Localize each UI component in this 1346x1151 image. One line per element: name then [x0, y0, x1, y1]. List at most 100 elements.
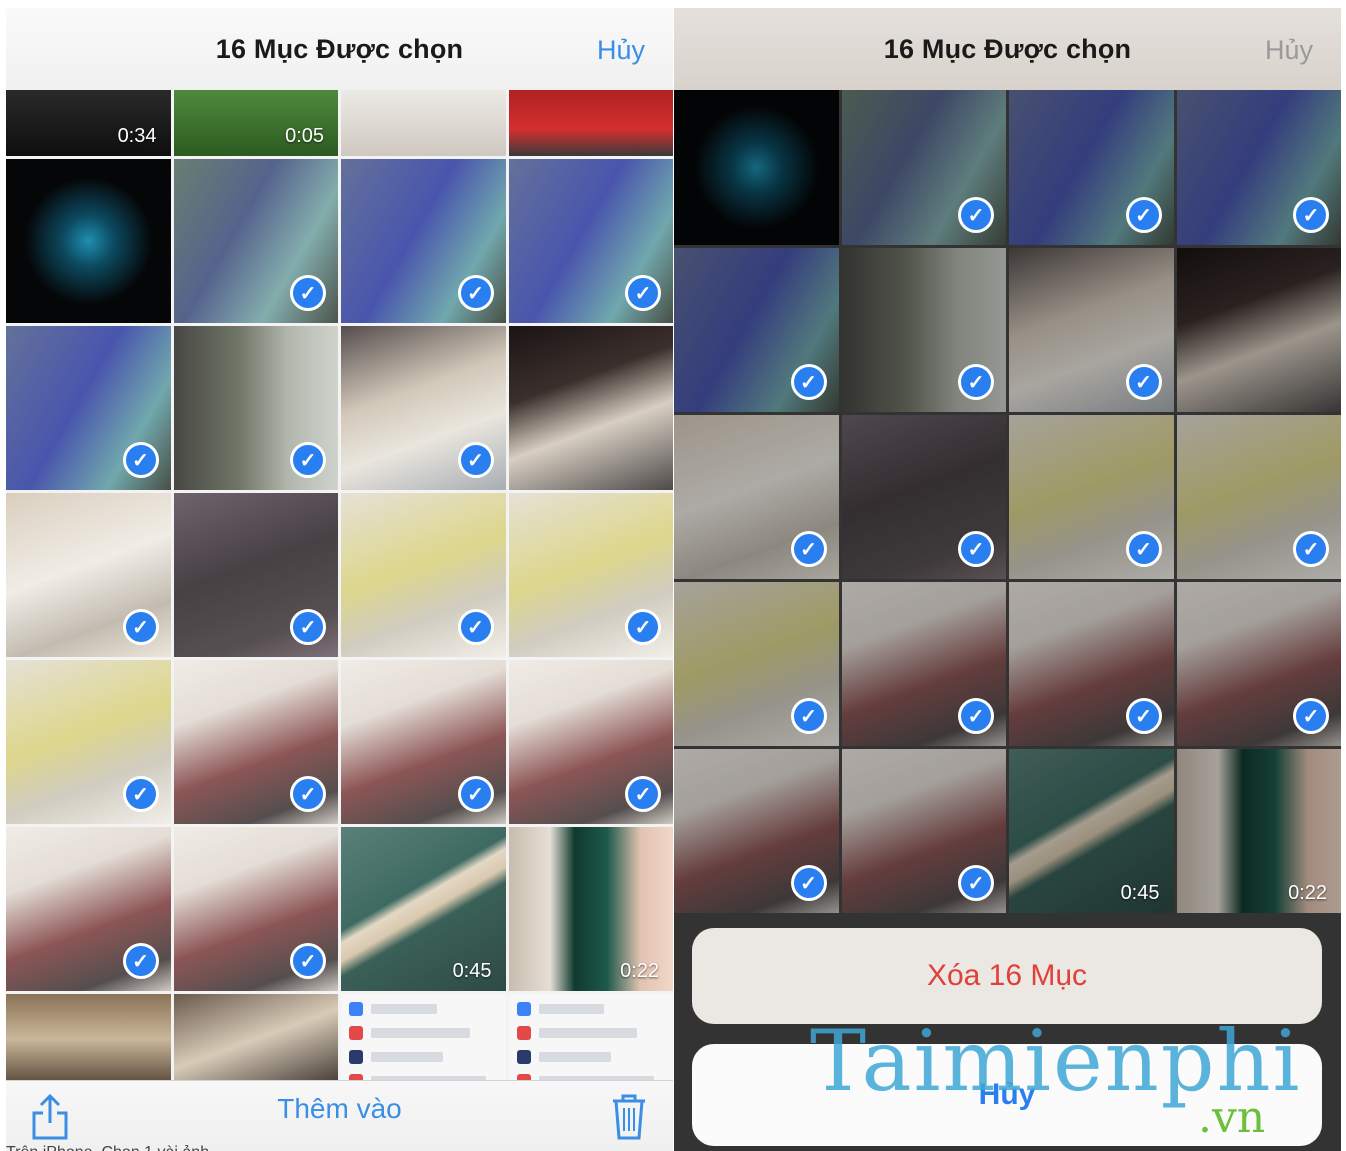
photo-thumbnail[interactable]: ✓	[341, 159, 506, 323]
checkmark-icon: ✓	[958, 197, 994, 233]
checkmark-icon: ✓	[290, 776, 326, 812]
photo-thumbnail[interactable]: 0:45	[341, 827, 506, 991]
photo-thumbnail[interactable]: ✓	[6, 827, 171, 991]
checkmark-icon: ✓	[625, 275, 661, 311]
photo-thumbnail[interactable]: 0:05	[173, 90, 338, 156]
photo-thumbnail[interactable]: ✓	[508, 493, 673, 657]
photo-thumbnail[interactable]: ✓	[173, 827, 338, 991]
photo-thumbnail[interactable]: ✓	[1009, 90, 1174, 245]
app-icon	[516, 1002, 531, 1016]
left-photos-screen: 16 Mục Được chọn Hủy 0:34 0:05 ✓ ✓ ✓ ✓ ✓ ✓ ✓ ✓ ✓ ✓ ✓…	[6, 8, 673, 1151]
photo-thumbnail[interactable]	[1176, 248, 1341, 412]
photo-thumbnail[interactable]	[173, 994, 338, 1084]
photo-thumbnail[interactable]: ✓	[841, 90, 1006, 245]
photo-thumbnail[interactable]	[674, 90, 839, 245]
photo-thumbnail[interactable]: ✓	[6, 326, 171, 490]
video-duration: 0:22	[1288, 882, 1327, 904]
add-to-button[interactable]: Thêm vào	[6, 1093, 673, 1125]
checkmark-icon: ✓	[122, 609, 159, 645]
photo-thumbnail[interactable]	[508, 326, 673, 490]
photo-thumbnail[interactable]: ✓	[6, 493, 171, 657]
photo-thumbnail[interactable]: ✓	[1009, 582, 1174, 746]
photo-thumbnail[interactable]: ✓	[1009, 248, 1174, 412]
photo-thumbnail[interactable]: ✓	[841, 749, 1006, 913]
video-duration: 0:05	[285, 125, 324, 147]
photo-thumbnail[interactable]: 0:22	[508, 827, 673, 991]
photo-thumbnail[interactable]: ✓	[674, 582, 839, 746]
photo-thumbnail[interactable]: ✓	[173, 493, 338, 657]
checkmark-icon: ✓	[790, 698, 827, 734]
selection-title: 16 Mục Được chọn	[883, 33, 1132, 64]
photo-thumbnail[interactable]: ✓	[674, 248, 839, 412]
cancel-button[interactable]: Hủy	[1265, 35, 1313, 66]
right-photos-screen: 16 Mục Được chọn Hủy ✓ ✓ ✓ ✓ ✓ ✓ ✓ ✓ ✓ ✓ ✓ ✓ ✓ ✓ ✓ ✓ 0:4…	[674, 8, 1341, 1151]
video-duration: 0:45	[452, 960, 492, 982]
photo-thumbnail[interactable]: ✓	[173, 159, 338, 323]
photo-thumbnail[interactable]: ✓	[674, 749, 839, 913]
checkmark-icon: ✓	[457, 275, 494, 311]
screenshot-line	[371, 1028, 470, 1038]
checkmark-icon: ✓	[1293, 698, 1329, 734]
checkmark-icon: ✓	[1293, 197, 1329, 233]
photo-thumbnail[interactable]: 0:45	[1009, 749, 1174, 913]
video-duration: 0:22	[620, 960, 659, 982]
photo-thumbnail[interactable]: ✓	[341, 326, 506, 490]
photo-thumbnail[interactable]: 0:22	[1176, 749, 1341, 913]
screenshot-line	[371, 1052, 444, 1062]
checkmark-icon: ✓	[1293, 531, 1329, 567]
photo-thumbnail[interactable]: ✓	[1176, 415, 1341, 579]
checkmark-icon: ✓	[958, 865, 994, 901]
photo-thumbnail[interactable]: 0:34	[6, 90, 171, 156]
screenshot-line	[538, 1028, 638, 1038]
photo-thumbnail[interactable]: ✓	[1009, 415, 1174, 579]
photo-thumbnail[interactable]	[508, 994, 673, 1084]
delete-items-button[interactable]: Xóa 16 Mục	[692, 928, 1322, 1024]
checkmark-icon: ✓	[958, 698, 994, 734]
photo-thumbnail[interactable]: ✓	[674, 415, 839, 579]
checkmark-icon: ✓	[790, 531, 827, 567]
app-icon	[349, 1050, 363, 1064]
photo-thumbnail[interactable]: ✓	[6, 660, 171, 824]
photo-thumbnail[interactable]: ✓	[841, 582, 1006, 746]
checkmark-icon: ✓	[457, 776, 494, 812]
photo-thumbnail[interactable]: ✓	[1176, 582, 1341, 746]
photo-thumbnail[interactable]: ✓	[341, 660, 506, 824]
photo-thumbnail[interactable]: ✓	[841, 415, 1006, 579]
checkmark-icon: ✓	[457, 442, 494, 478]
checkmark-icon: ✓	[290, 442, 326, 478]
checkmark-icon: ✓	[790, 865, 827, 901]
app-icon	[349, 1026, 363, 1040]
action-sheet-cancel-button[interactable]: Hủy	[692, 1044, 1322, 1146]
photo-thumbnail[interactable]	[341, 994, 506, 1084]
photo-thumbnail[interactable]: ✓	[508, 159, 673, 323]
photo-thumbnail[interactable]	[508, 90, 673, 156]
photo-thumbnail[interactable]: ✓	[173, 660, 338, 824]
photo-thumbnail[interactable]	[6, 159, 171, 323]
selection-navbar: 16 Mục Được chọn Hủy	[6, 8, 673, 90]
checkmark-icon: ✓	[790, 364, 827, 400]
cancel-button[interactable]: Hủy	[597, 35, 645, 66]
bottom-toolbar: Thêm vào	[6, 1080, 673, 1151]
checkmark-icon: ✓	[1125, 364, 1162, 400]
trash-icon[interactable]	[611, 1093, 647, 1146]
checkmark-icon: ✓	[625, 776, 661, 812]
photo-grid: ✓ ✓ ✓ ✓ ✓ ✓ ✓ ✓ ✓ ✓ ✓ ✓ ✓ ✓ ✓ ✓ 0:45 0:22	[674, 90, 1341, 913]
checkmark-icon: ✓	[122, 442, 159, 478]
photo-grid: 0:34 0:05 ✓ ✓ ✓ ✓ ✓ ✓ ✓ ✓ ✓ ✓ ✓ ✓ ✓ ✓ ✓ ✓ 0:45 0:22	[6, 90, 673, 1084]
app-icon	[349, 1002, 363, 1016]
screenshot-line	[538, 1052, 611, 1062]
photo-thumbnail[interactable]: ✓	[173, 326, 338, 490]
checkmark-icon: ✓	[290, 943, 326, 979]
checkmark-icon: ✓	[290, 609, 326, 645]
photo-thumbnail[interactable]	[6, 994, 171, 1084]
checkmark-icon: ✓	[1125, 531, 1162, 567]
video-duration: 0:34	[117, 125, 157, 147]
checkmark-icon: ✓	[122, 943, 159, 979]
checkmark-icon: ✓	[958, 364, 994, 400]
photo-thumbnail[interactable]	[341, 90, 506, 156]
app-icon	[516, 1026, 531, 1040]
photo-thumbnail[interactable]: ✓	[841, 248, 1006, 412]
photo-thumbnail[interactable]: ✓	[1176, 90, 1341, 245]
photo-thumbnail[interactable]: ✓	[508, 660, 673, 824]
photo-thumbnail[interactable]: ✓	[341, 493, 506, 657]
